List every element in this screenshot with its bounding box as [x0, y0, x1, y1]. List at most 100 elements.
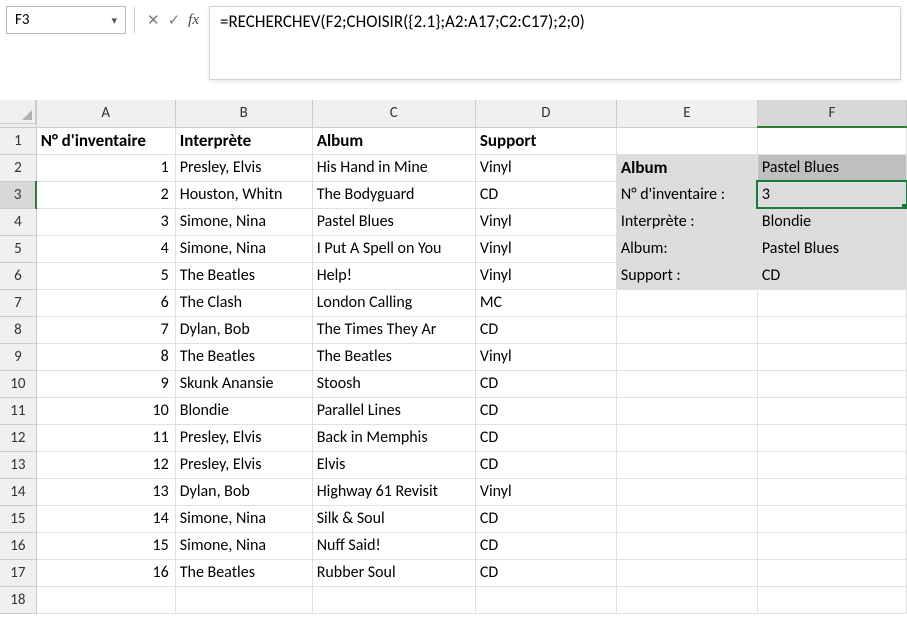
cell-interprete[interactable]: Skunk Anansie: [175, 370, 312, 397]
cell-E15[interactable]: [616, 505, 757, 532]
row-header-12[interactable]: 12: [0, 424, 36, 451]
cell-interprete[interactable]: Dylan, Bob: [175, 478, 312, 505]
cell-E16[interactable]: [616, 532, 757, 559]
cell-F9[interactable]: [757, 343, 906, 370]
lookup-sup-label[interactable]: Support :: [616, 262, 757, 289]
cell-empty[interactable]: [312, 586, 475, 613]
row-header-4[interactable]: 4: [0, 208, 36, 235]
cell-interprete[interactable]: Dylan, Bob: [175, 316, 312, 343]
cell-album[interactable]: The Beatles: [312, 343, 475, 370]
cell-interprete[interactable]: Presley, Elvis: [175, 154, 312, 181]
cell-support[interactable]: CD: [475, 424, 616, 451]
column-header-E[interactable]: E: [616, 100, 757, 127]
cell-F11[interactable]: [757, 397, 906, 424]
lookup-alb-label[interactable]: Album:: [616, 235, 757, 262]
cell-album[interactable]: Highway 61 Revisit: [312, 478, 475, 505]
cell-inv[interactable]: 8: [36, 343, 175, 370]
row-header-14[interactable]: 14: [0, 478, 36, 505]
cell-album[interactable]: Elvis: [312, 451, 475, 478]
cell-inv[interactable]: 5: [36, 262, 175, 289]
cell-support[interactable]: Vinyl: [475, 208, 616, 235]
header-album[interactable]: Album: [312, 127, 475, 154]
row-header-15[interactable]: 15: [0, 505, 36, 532]
row-header-2[interactable]: 2: [0, 154, 36, 181]
cell-inv[interactable]: 9: [36, 370, 175, 397]
cell-inv[interactable]: 14: [36, 505, 175, 532]
lookup-inv-label[interactable]: N° d'inventaire :: [616, 181, 757, 208]
cell-F17[interactable]: [757, 559, 906, 586]
cell-support[interactable]: MC: [475, 289, 616, 316]
cell-support[interactable]: CD: [475, 316, 616, 343]
cell-E14[interactable]: [616, 478, 757, 505]
row-header-8[interactable]: 8: [0, 316, 36, 343]
cell-interprete[interactable]: Simone, Nina: [175, 505, 312, 532]
cell-inv[interactable]: 13: [36, 478, 175, 505]
select-all-corner[interactable]: [0, 100, 36, 124]
lookup-int-label[interactable]: Interprète :: [616, 208, 757, 235]
cell-inv[interactable]: 7: [36, 316, 175, 343]
cell-support[interactable]: CD: [475, 451, 616, 478]
cell-interprete[interactable]: The Clash: [175, 289, 312, 316]
name-box[interactable]: F3 ▾: [6, 6, 126, 34]
cell-support[interactable]: Vinyl: [475, 235, 616, 262]
header-interprete[interactable]: Interprète: [175, 127, 312, 154]
cell-empty[interactable]: [36, 586, 175, 613]
cell-empty[interactable]: [616, 586, 757, 613]
cell-inv[interactable]: 6: [36, 289, 175, 316]
cell-F13[interactable]: [757, 451, 906, 478]
cell-album[interactable]: The Times They Ar: [312, 316, 475, 343]
column-header-B[interactable]: B: [175, 100, 312, 127]
cell-support[interactable]: CD: [475, 181, 616, 208]
cell-album[interactable]: The Bodyguard: [312, 181, 475, 208]
row-header-18[interactable]: 18: [0, 586, 36, 613]
cell-support[interactable]: Vinyl: [475, 343, 616, 370]
cell-support[interactable]: Vinyl: [475, 262, 616, 289]
cell-inv[interactable]: 16: [36, 559, 175, 586]
cell-F15[interactable]: [757, 505, 906, 532]
cell-album[interactable]: Nuff Said!: [312, 532, 475, 559]
column-header-F[interactable]: F: [757, 100, 906, 127]
row-header-17[interactable]: 17: [0, 559, 36, 586]
row-header-11[interactable]: 11: [0, 397, 36, 424]
cell-album[interactable]: Stoosh: [312, 370, 475, 397]
row-header-13[interactable]: 13: [0, 451, 36, 478]
cell-F12[interactable]: [757, 424, 906, 451]
cell-inv[interactable]: 4: [36, 235, 175, 262]
fx-icon[interactable]: fx: [188, 12, 199, 29]
row-header-10[interactable]: 10: [0, 370, 36, 397]
cell-empty[interactable]: [475, 586, 616, 613]
cell-album[interactable]: Back in Memphis: [312, 424, 475, 451]
cell-E17[interactable]: [616, 559, 757, 586]
row-header-1[interactable]: 1: [0, 127, 36, 154]
cell-album[interactable]: London Calling: [312, 289, 475, 316]
cell-E12[interactable]: [616, 424, 757, 451]
lookup-sup-value[interactable]: CD: [757, 262, 906, 289]
cell-album[interactable]: His Hand in Mine: [312, 154, 475, 181]
cell-F10[interactable]: [757, 370, 906, 397]
cell-inv[interactable]: 15: [36, 532, 175, 559]
lookup-inv-value[interactable]: 3: [757, 181, 906, 208]
cell-inv[interactable]: 11: [36, 424, 175, 451]
cell-empty[interactable]: [757, 586, 906, 613]
cell-support[interactable]: CD: [475, 559, 616, 586]
cell-F14[interactable]: [757, 478, 906, 505]
cell-E1[interactable]: [616, 127, 757, 154]
cell-album[interactable]: Rubber Soul: [312, 559, 475, 586]
lookup-alb-value[interactable]: Pastel Blues: [757, 235, 906, 262]
cell-support[interactable]: CD: [475, 397, 616, 424]
cell-interprete[interactable]: Simone, Nina: [175, 235, 312, 262]
chevron-down-icon[interactable]: ▾: [111, 14, 117, 27]
cell-F16[interactable]: [757, 532, 906, 559]
cancel-icon[interactable]: ✕: [147, 11, 160, 30]
lookup-int-value[interactable]: Blondie: [757, 208, 906, 235]
cell-inv[interactable]: 10: [36, 397, 175, 424]
cell-interprete[interactable]: Simone, Nina: [175, 208, 312, 235]
cell-album[interactable]: Silk & Soul: [312, 505, 475, 532]
cell-E7[interactable]: [616, 289, 757, 316]
confirm-icon[interactable]: ✓: [168, 11, 181, 30]
cell-E11[interactable]: [616, 397, 757, 424]
cell-inv[interactable]: 1: [36, 154, 175, 181]
cell-support[interactable]: CD: [475, 370, 616, 397]
cell-inv[interactable]: 3: [36, 208, 175, 235]
cell-interprete[interactable]: Presley, Elvis: [175, 451, 312, 478]
